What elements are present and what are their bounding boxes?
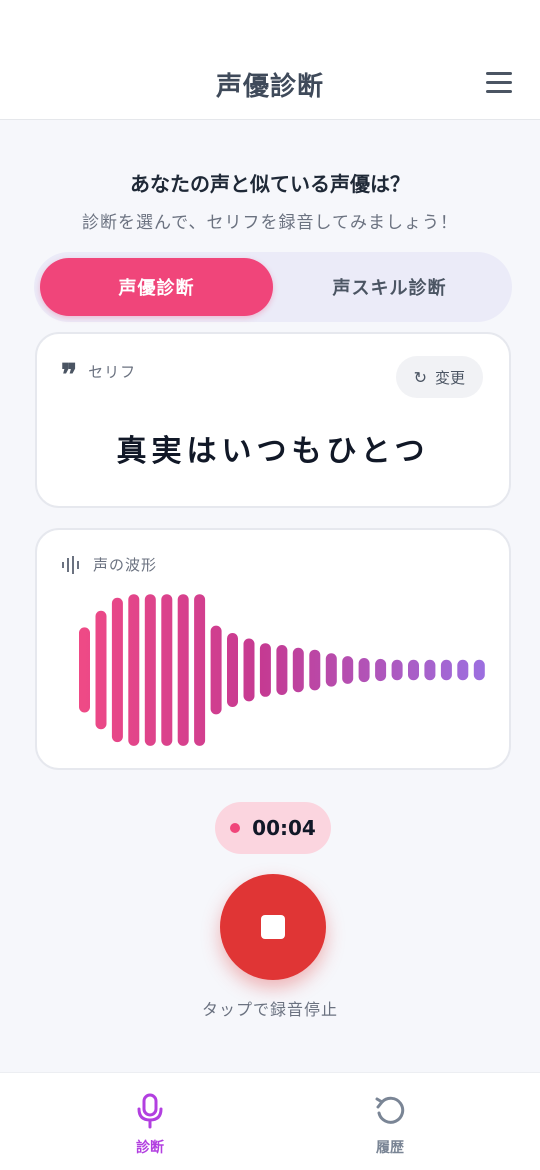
change-line-button[interactable]: ↻ 変更 [395,356,483,398]
app-header: 声優診断 [0,0,540,120]
tab-diagnosis[interactable]: 診断 [90,1093,210,1157]
tab-history-label: 履歴 [376,1140,404,1156]
waveform-bar [259,643,271,697]
waveform-bar [177,594,189,746]
waveform-bar [309,649,321,691]
quote-text: 真実はいつもひとつ [116,434,430,469]
waveform-bar [440,659,452,681]
quote-icon: ❞ [61,358,79,393]
tab-diagnosis-label: 診断 [136,1140,164,1156]
waveform-bar [243,638,255,702]
waveform-bar [161,594,173,746]
waveform-bar [79,627,90,713]
waveform-bar [210,625,222,715]
tab-voice-actor-diagnosis[interactable]: 声優診断 [40,258,273,316]
intro-subline: 診断を選んで、セリフを録音してみましょう！ [82,213,458,233]
waveform-bar [95,610,107,730]
waveform-bar [342,656,354,684]
waveform-visualization [79,594,485,746]
waveform-bar [358,658,370,683]
change-line-label: 変更 [434,368,465,387]
stop-hint: タップで録音停止 [201,1000,338,1019]
page-title: 声優診断 [215,72,324,102]
tab-voice-skill-diagnosis[interactable]: 声スキル診断 [273,258,506,316]
waveform-bar [424,659,436,681]
line-card-header: ❞ セリフ [61,358,137,393]
waveform-bar [144,594,156,746]
intro-headline: あなたの声と似ている声優は？ [130,172,410,196]
diagnosis-type-toggle: 声優診断 声スキル診断 [34,252,512,322]
hamburger-menu-icon[interactable] [486,72,512,94]
line-card-label: セリフ [88,362,137,381]
waveform-card: 声の波形 [35,528,511,770]
waveform-bar [408,659,419,681]
waveform-bar [391,659,403,681]
waveform-bar [473,659,485,681]
waveform-bar [128,594,140,746]
timer-value: 00:04 [252,816,316,840]
tab-history[interactable]: 履歴 [330,1093,450,1157]
waveform-bar [457,659,469,681]
stop-recording-button[interactable] [220,874,326,980]
recording-dot-icon [230,823,241,833]
waveform-bar [325,653,337,687]
waveform-bar [292,647,304,693]
recording-timer: 00:04 [215,802,331,854]
bottom-tab-bar: 診断 履歴 [0,1072,540,1170]
microphone-icon [137,1093,163,1129]
line-card: ❞ セリフ ↻ 変更 真実はいつもひとつ [35,332,511,508]
waveform-bar [111,597,123,743]
refresh-icon: ↻ [413,367,427,387]
waveform-bar [276,645,288,695]
waveform-bar [227,633,238,707]
history-icon [375,1096,405,1124]
stop-icon [261,915,285,939]
waveform-bar [375,658,387,682]
waveform-bar [194,594,206,746]
